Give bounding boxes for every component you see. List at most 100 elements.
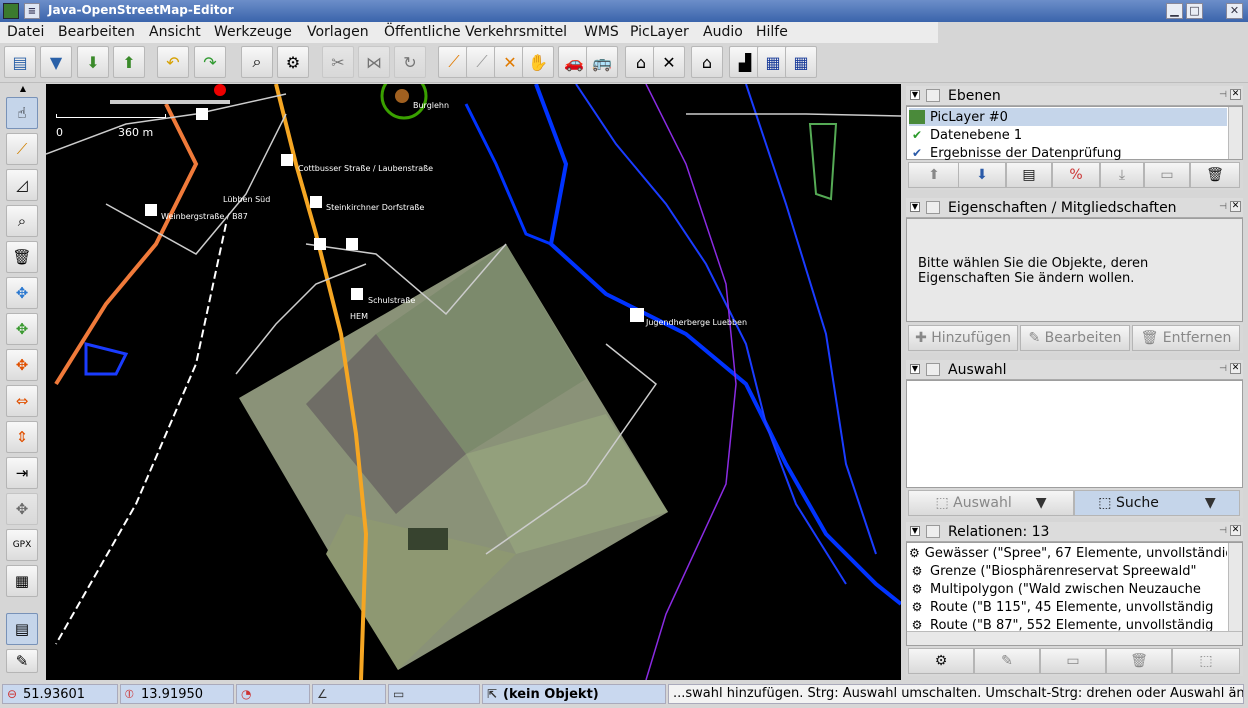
delete-layer-button[interactable]: 🗑 bbox=[1190, 162, 1240, 188]
move-down-button[interactable]: ⬇ bbox=[958, 162, 1006, 188]
relation-item[interactable]: ⚙ Route ("B 115", 45 Elemente, unvollstän… bbox=[909, 598, 1227, 616]
close-panel-icon[interactable]: ✕ bbox=[1230, 201, 1241, 212]
pin-icon[interactable]: ⊣ bbox=[1219, 526, 1227, 536]
measure-tool-button[interactable]: ◿ bbox=[6, 169, 38, 201]
delete-tool-button[interactable]: 🗑 bbox=[6, 241, 38, 273]
preferences-button[interactable]: ⚙ bbox=[277, 46, 309, 78]
boundary-line[interactable] bbox=[645, 84, 737, 680]
hostel-icon[interactable] bbox=[630, 308, 644, 322]
water-area[interactable] bbox=[84, 342, 129, 376]
edit-tag-button[interactable]: ✎ Bearbeiten bbox=[1020, 325, 1130, 351]
merge-layer-button[interactable]: ⤓ bbox=[1100, 162, 1144, 188]
bus-button[interactable]: 🚌 bbox=[586, 46, 618, 78]
upload-button[interactable]: ⬆ bbox=[113, 46, 145, 78]
select-relation-button[interactable]: ⬚ bbox=[1172, 648, 1240, 674]
menu-audio[interactable]: Audio bbox=[703, 24, 743, 40]
collapse-icon[interactable]: ▼ bbox=[910, 526, 920, 536]
move-up-button[interactable]: ⬆ bbox=[908, 162, 960, 188]
menu-piclayer[interactable]: PicLayer bbox=[630, 24, 689, 40]
scale-tool-button[interactable]: ✥ bbox=[6, 349, 38, 381]
menu-wms[interactable]: WMS bbox=[584, 24, 619, 40]
selection-panel-header[interactable]: ▼ Auswahl ⊣ ✕ bbox=[906, 360, 1243, 380]
search-button[interactable]: ⬚ Suche ▼ bbox=[1074, 490, 1240, 516]
move-tool-button[interactable]: ✥ bbox=[6, 277, 38, 309]
scale-x-tool-button[interactable]: ⇔ bbox=[6, 385, 38, 417]
new-relation-button[interactable]: ⚙ bbox=[908, 648, 974, 674]
pharmacy-icon[interactable] bbox=[214, 84, 226, 96]
relations-panel-header[interactable]: ▼ Relationen: 13 ⊣ ✕ bbox=[906, 522, 1243, 542]
menu-oeffentliche-verkehrsmittel[interactable]: Öffentliche Verkehrsmittel bbox=[384, 24, 567, 40]
collapse-icon[interactable]: ▼ bbox=[910, 90, 920, 100]
bus-stop-icon[interactable] bbox=[351, 288, 363, 300]
edit-relation-button[interactable]: ✎ bbox=[974, 648, 1040, 674]
cross-button[interactable]: ✕ bbox=[653, 46, 685, 78]
close-icon[interactable]: ✕ bbox=[1226, 3, 1243, 19]
relations-hscrollbar[interactable] bbox=[907, 631, 1242, 645]
minimize-icon[interactable]: ▁ bbox=[1166, 3, 1183, 19]
menu-vorlagen[interactable]: Vorlagen bbox=[307, 24, 369, 40]
pencil-tool-button[interactable]: ✎ bbox=[6, 649, 38, 673]
grid-tool-button[interactable]: ▦ bbox=[6, 565, 38, 597]
landuse-area[interactable] bbox=[808, 123, 838, 201]
save-button[interactable]: ▼ bbox=[40, 46, 72, 78]
close-panel-icon[interactable]: ✕ bbox=[1230, 525, 1241, 536]
layer-item[interactable]: PicLayer #0 bbox=[909, 108, 1227, 126]
menu-bearbeiten[interactable]: Bearbeiten bbox=[58, 24, 135, 40]
bus-stop-icon[interactable] bbox=[145, 204, 157, 216]
zoom-slider[interactable] bbox=[110, 100, 230, 104]
combine-way-button[interactable]: ⋈ bbox=[358, 46, 390, 78]
pin-icon[interactable]: ⊣ bbox=[1219, 90, 1227, 100]
pin-icon[interactable]: ⊣ bbox=[1219, 364, 1227, 374]
menu-datei[interactable]: Datei bbox=[7, 24, 44, 40]
split-way-button[interactable]: ✂ bbox=[322, 46, 354, 78]
add-tag-button[interactable]: ✚ Hinzufügen bbox=[908, 325, 1018, 351]
transform-tool-button[interactable]: ✥ bbox=[6, 493, 38, 525]
palette-scroll-up-icon[interactable]: ▲ bbox=[6, 84, 40, 94]
campsite-icon[interactable] bbox=[395, 89, 409, 103]
layers-scrollbar[interactable] bbox=[1228, 107, 1242, 159]
waterway-line[interactable] bbox=[464, 103, 552, 246]
collapse-icon[interactable]: ▼ bbox=[910, 202, 920, 212]
toggle-visibility-button[interactable]: % bbox=[1052, 162, 1100, 188]
industry-button[interactable]: ⌂ bbox=[691, 46, 723, 78]
gpx-tool-button[interactable]: GPX bbox=[6, 529, 38, 561]
menu-werkzeuge[interactable]: Werkzeuge bbox=[214, 24, 292, 40]
redo-button[interactable]: ↷ bbox=[194, 46, 226, 78]
map-canvas[interactable] bbox=[46, 84, 901, 680]
select-tool-button[interactable]: ☝ bbox=[6, 97, 38, 129]
relation-item[interactable]: ⚙ Grenze ("Biosphärenreservat Spreewald" bbox=[909, 562, 1227, 580]
close-panel-icon[interactable]: ✕ bbox=[1230, 89, 1241, 100]
bus-stop-icon[interactable] bbox=[310, 196, 322, 208]
transit-button[interactable]: ▦ bbox=[785, 46, 817, 78]
bus-stop-icon[interactable] bbox=[281, 154, 293, 166]
bus-stop-icon[interactable] bbox=[346, 238, 358, 250]
pin-icon[interactable]: ⊣ bbox=[1219, 202, 1227, 212]
undo-button[interactable]: ↶ bbox=[157, 46, 189, 78]
minor-road[interactable] bbox=[686, 113, 901, 117]
zoom-tool-button[interactable]: ⌕ bbox=[6, 205, 38, 237]
rotate-tool-button[interactable]: ✥ bbox=[6, 313, 38, 345]
hand-button[interactable]: ✋ bbox=[522, 46, 554, 78]
relation-item[interactable]: ⚙ Multipolygon ("Wald zwischen Neuzauche bbox=[909, 580, 1227, 598]
duplicate-layer-button[interactable]: ▭ bbox=[1144, 162, 1190, 188]
layer-toggle-button[interactable]: ▤ bbox=[6, 613, 38, 645]
maximize-icon[interactable]: □ bbox=[1186, 3, 1203, 19]
delete-relation-button[interactable]: 🗑 bbox=[1106, 648, 1172, 674]
download-button[interactable]: ⬇ bbox=[77, 46, 109, 78]
duplicate-relation-button[interactable]: ▭ bbox=[1040, 648, 1106, 674]
draw-tool-button[interactable]: ⟋ bbox=[6, 133, 38, 165]
relation-item[interactable]: ⚙ Gewässer ("Spree", 67 Elemente, unvolls… bbox=[909, 544, 1227, 562]
refresh-button[interactable]: ↻ bbox=[394, 46, 426, 78]
open-file-button[interactable]: ▤ bbox=[4, 46, 36, 78]
relations-vscrollbar[interactable] bbox=[1228, 543, 1242, 631]
menu-ansicht[interactable]: Ansicht bbox=[149, 24, 201, 40]
menu-hilfe[interactable]: Hilfe bbox=[756, 24, 788, 40]
main-road[interactable] bbox=[54, 103, 199, 386]
map-view[interactable]: 0 360 m Burglehn Cottbusser Straße / Lau… bbox=[46, 84, 901, 680]
remove-tag-button[interactable]: 🗑 Entfernen bbox=[1132, 325, 1240, 351]
layer-item[interactable]: ✔ Datenebene 1 bbox=[909, 126, 1022, 144]
close-panel-icon[interactable]: ✕ bbox=[1230, 363, 1241, 374]
railway-line[interactable] bbox=[55, 223, 227, 645]
select-button[interactable]: ⬚ Auswahl ▼ bbox=[908, 490, 1074, 516]
properties-panel-header[interactable]: ▼ Eigenschaften / Mitgliedschaften ⊣ ✕ bbox=[906, 198, 1243, 218]
